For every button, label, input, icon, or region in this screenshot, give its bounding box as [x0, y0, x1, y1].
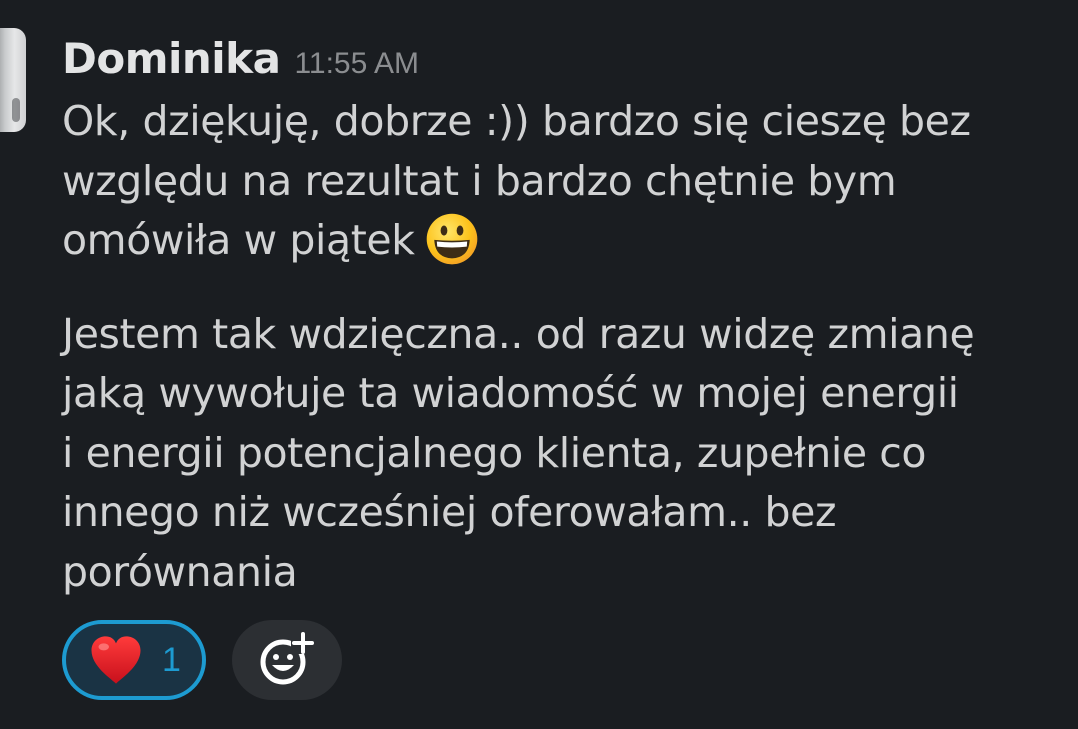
message-line-text: omówiła w piątek [62, 216, 415, 264]
message-paragraph-1: Ok, dziękuję, dobrze :)) bardzo się cies… [62, 92, 1062, 271]
heart-reaction-button[interactable]: 1 [62, 620, 206, 700]
author-name[interactable]: Dominika [62, 34, 281, 83]
message-line: względu na rezultat i bardzo chętnie bym [62, 156, 897, 205]
message-line: innego niż wcześniej oferowałam.. bez [62, 488, 837, 536]
message-line: i energii potencjalnego klienta, zupełni… [62, 428, 927, 477]
message-timestamp[interactable]: 11:55 AM [294, 47, 419, 81]
message-header: Dominika 11:55 AM [62, 34, 419, 88]
reaction-count: 1 [162, 640, 181, 679]
message-body: Ok, dziękuję, dobrze :)) bardzo się cies… [62, 92, 1062, 602]
message-line-with-emoji: omówiła w piątek [62, 211, 1062, 271]
avatar[interactable] [0, 28, 26, 132]
message-line: Ok, dziękuję, dobrze :)) bardzo się cies… [62, 97, 971, 145]
reactions-bar: 1 [62, 620, 342, 700]
message-line: jaką wywołuje ta wiadomość w mojej energ… [62, 369, 959, 417]
message-line: porównania [62, 547, 298, 596]
red-heart-icon [91, 636, 141, 684]
grinning-face-emoji-icon [426, 213, 477, 265]
add-emoji-icon [260, 632, 315, 685]
message-line: Jestem tak wdzięczna.. od razu widzę zmi… [62, 309, 975, 358]
add-reaction-button[interactable] [232, 620, 342, 700]
message-paragraph-2: Jestem tak wdzięczna.. od razu widzę zmi… [62, 305, 1062, 603]
